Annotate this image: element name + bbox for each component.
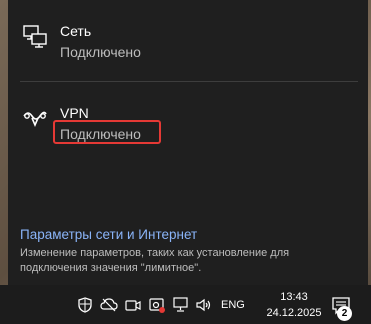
vpn-status-highlight-box [53,120,161,144]
network-settings-description: Изменение параметров, таких как установл… [20,247,290,274]
network-item-ethernet[interactable]: Сеть Подключено [8,10,368,80]
taskbar: ENG 13:43 24.12.2025 2 [0,285,371,324]
clock-date: 24.12.2025 [266,307,322,319]
network-name-vpn: VPN [60,105,89,121]
network-item-vpn[interactable]: VPN Подключено [8,92,368,162]
vpn-icon [23,111,47,128]
clock-time: 13:43 [280,291,308,303]
meet-now-icon[interactable] [124,297,142,313]
network-flyout: Сеть Подключено VPN Подключено Параметры… [8,0,368,285]
network-settings-link[interactable]: Параметры сети и Интернет [20,227,197,242]
network-icon[interactable] [172,297,190,313]
ethernet-monitor-icon [23,25,47,48]
volume-icon[interactable] [195,297,213,313]
screen-record-icon[interactable] [148,297,166,313]
language-indicator[interactable]: ENG [221,299,245,311]
network-name-ethernet: Сеть [60,23,92,39]
notification-count-badge: 2 [337,306,352,321]
security-shield-icon[interactable] [76,297,94,313]
network-status-ethernet: Подключено [60,44,141,60]
divider [20,81,358,82]
cloud-offline-icon[interactable] [100,297,118,313]
